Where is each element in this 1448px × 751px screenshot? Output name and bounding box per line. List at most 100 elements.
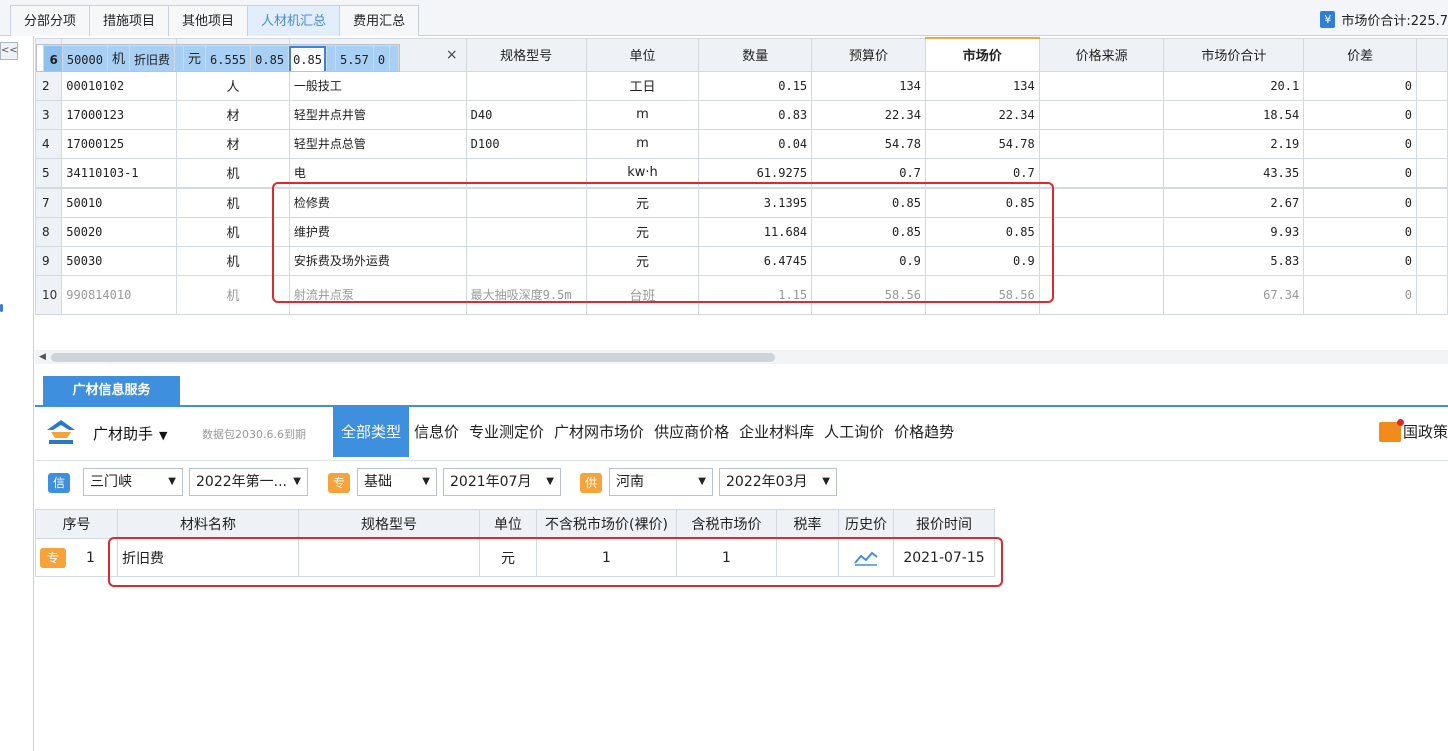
- cell-market-total: 5.57: [334, 45, 374, 71]
- collapse-left-button[interactable]: <<: [0, 42, 18, 60]
- cell-name: 检修费: [288, 187, 467, 218]
- scroll-left-icon[interactable]: ◀: [39, 352, 46, 362]
- table-row[interactable]: 5 34110103-1 机电 kw·h 61.9275 0.7 0.7 43.35 0: [34, 157, 1448, 188]
- result-quote-time: 2021-07-15: [893, 538, 995, 577]
- result-row[interactable]: 专1 折旧费 元 1 1 2021-07-15: [35, 538, 995, 577]
- cell-market-price[interactable]: 22.34: [924, 99, 1040, 130]
- chevron-down-icon: ▼: [698, 476, 706, 487]
- gov-policy-link[interactable]: 国政策: [1378, 418, 1448, 442]
- supplier-month-value: 2022年03月: [726, 474, 808, 490]
- table-row[interactable]: 8 50020 机维护费元 11.684 0.85 0.85 9.93 0: [34, 216, 1448, 247]
- category-professional[interactable]: 专业测定价: [464, 407, 549, 457]
- cell-type: 材: [176, 128, 290, 159]
- header-price-diff[interactable]: 价差: [1303, 37, 1417, 72]
- tab-resource-summary[interactable]: 人材机汇总: [248, 5, 341, 36]
- cell-budget-price: 58.56: [811, 274, 926, 315]
- result-header-name[interactable]: 材料名称: [117, 509, 299, 539]
- period-select[interactable]: 2022年第一... ▼: [189, 468, 308, 496]
- cell-quantity: 0.04: [698, 128, 813, 159]
- category-all[interactable]: 全部类型: [333, 407, 410, 457]
- table-row[interactable]: 3 17000123 材轻型井点井管 D40 m 0.83 22.34 22.34 18.54 0: [34, 99, 1448, 130]
- cell-spec: [465, 216, 587, 247]
- cell-name: 安拆费及场外运费: [288, 245, 467, 276]
- cell-market-total: 9.93: [1163, 216, 1305, 247]
- category-supplier[interactable]: 供应商价格: [649, 407, 734, 457]
- header-market-price[interactable]: 市场价: [924, 37, 1040, 72]
- table-row[interactable]: 7 50010 机检修费元 3.1395 0.85 0.85 2.67 0: [34, 187, 1448, 218]
- supplier-month-select[interactable]: 2022年03月 ▼: [719, 468, 837, 496]
- trend-chart-icon[interactable]: [854, 550, 878, 566]
- tab-measure-items[interactable]: 措施项目: [90, 5, 170, 36]
- cell-overflow: [1415, 216, 1448, 247]
- table-row[interactable]: 10 990814010 机射流井点泵 最大抽吸深度9.5m 台班 1.15 58.56 58…: [34, 274, 1448, 315]
- cell-type: 材: [176, 99, 290, 130]
- cell-name: 一般技工: [288, 70, 467, 101]
- header-price-source[interactable]: 价格来源: [1038, 37, 1165, 72]
- cell-price-source: [1038, 70, 1165, 101]
- cell-name: 电: [288, 157, 467, 188]
- city-select[interactable]: 三门峡 ▼: [83, 468, 183, 496]
- cell-market-price[interactable]: 134: [924, 70, 1040, 101]
- cell-market-price[interactable]: 0.85: [924, 187, 1040, 218]
- cell-market-price[interactable]: 0.85: [288, 45, 327, 71]
- helper-dropdown[interactable]: 广材助手 ▼: [93, 423, 167, 444]
- tab-other-items[interactable]: 其他项目: [169, 5, 249, 36]
- result-price-ex-tax[interactable]: 1: [536, 538, 677, 577]
- cell-market-price[interactable]: 54.78: [924, 128, 1040, 159]
- result-header-unit[interactable]: 单位: [479, 509, 537, 539]
- top-tab-bar: 分部分项 措施项目 其他项目 人材机汇总 费用汇总 ¥ 市场价合计:225.7: [0, 0, 1448, 36]
- result-header-no[interactable]: 序号: [35, 509, 118, 539]
- result-tax-rate: [776, 538, 839, 577]
- module-tabs: 分部分项 措施项目 其他项目 人材机汇总 费用汇总: [10, 5, 420, 36]
- result-header-quote-time[interactable]: 报价时间: [893, 509, 995, 539]
- row-number: 10: [34, 274, 63, 315]
- cell-price-diff: 0: [1303, 274, 1417, 315]
- scrollbar-thumb[interactable]: [51, 353, 775, 362]
- table-row[interactable]: 4 17000125 材轻型井点总管 D100 m 0.04 54.78 54.78 2.19 0: [34, 128, 1448, 159]
- base-month-select[interactable]: 2021年07月 ▼: [443, 468, 561, 496]
- result-header-tax-rate[interactable]: 税率: [776, 509, 839, 539]
- base-select[interactable]: 基础 ▼: [357, 468, 437, 496]
- cell-price-diff: 0: [372, 45, 391, 71]
- province-value: 河南: [616, 474, 644, 490]
- header-market-total[interactable]: 市场价合计: [1163, 37, 1305, 72]
- tab-cost-summary[interactable]: 费用汇总: [340, 5, 420, 36]
- header-spec[interactable]: 规格型号: [465, 37, 587, 72]
- category-market[interactable]: 广材网市场价: [549, 407, 649, 457]
- result-price-inc-tax[interactable]: 1: [676, 538, 777, 577]
- table-row[interactable]: 6 50000 机折旧费元 6.555 0.85 0.85 5.57 0: [35, 44, 401, 72]
- service-toolbar: 广材助手 ▼ 数据包2030.6.6到期 全部类型 信息价 专业测定价 广材网市场…: [35, 407, 1448, 457]
- province-select[interactable]: 河南 ▼: [609, 468, 713, 496]
- category-labor-inquiry[interactable]: 人工询价: [819, 407, 889, 457]
- header-unit[interactable]: 单位: [585, 37, 700, 72]
- cell-code: 50000: [61, 45, 108, 71]
- cell-price-source: [325, 45, 336, 71]
- supplier-badge: 供: [580, 473, 602, 493]
- table-row[interactable]: 9 50030 机安拆费及场外运费元 6.4745 0.9 0.9 5.83 0: [34, 245, 1448, 276]
- result-header-price-ex-tax[interactable]: 不含税市场价(裸价): [536, 509, 677, 539]
- category-enterprise[interactable]: 企业材料库: [734, 407, 819, 457]
- cell-code: 990814010: [61, 274, 178, 315]
- cell-unit: kw·h: [585, 157, 700, 188]
- cell-name: 射流井点泵: [288, 274, 467, 315]
- clear-filter-icon[interactable]: ×: [446, 47, 458, 63]
- service-panel-tab[interactable]: 广材信息服务: [43, 376, 180, 406]
- category-price-trend[interactable]: 价格趋势: [889, 407, 959, 457]
- tab-divisional-items[interactable]: 分部分项: [10, 5, 91, 36]
- cell-market-price[interactable]: 58.56: [924, 274, 1040, 315]
- result-header-history[interactable]: 历史价: [838, 509, 894, 539]
- cell-market-price[interactable]: 0.9: [924, 245, 1040, 276]
- table-row[interactable]: 2 00010102 人一般技工 工日 0.15 134 134 20.1 0: [34, 70, 1448, 101]
- cell-spec: [174, 45, 185, 71]
- cell-market-total: 20.1: [1163, 70, 1305, 101]
- cell-market-price[interactable]: 0.85: [924, 216, 1040, 247]
- result-header-price-inc-tax[interactable]: 含税市场价: [676, 509, 777, 539]
- result-history[interactable]: [838, 538, 894, 577]
- cell-budget-price: 134: [811, 70, 926, 101]
- header-quantity[interactable]: 数量: [698, 37, 813, 72]
- header-budget-price[interactable]: 预算价: [811, 37, 926, 72]
- category-info-price[interactable]: 信息价: [409, 407, 464, 457]
- horizontal-scrollbar[interactable]: ◀: [35, 350, 1448, 364]
- cell-market-price[interactable]: 0.7: [924, 157, 1040, 188]
- result-header-spec[interactable]: 规格型号: [298, 509, 480, 539]
